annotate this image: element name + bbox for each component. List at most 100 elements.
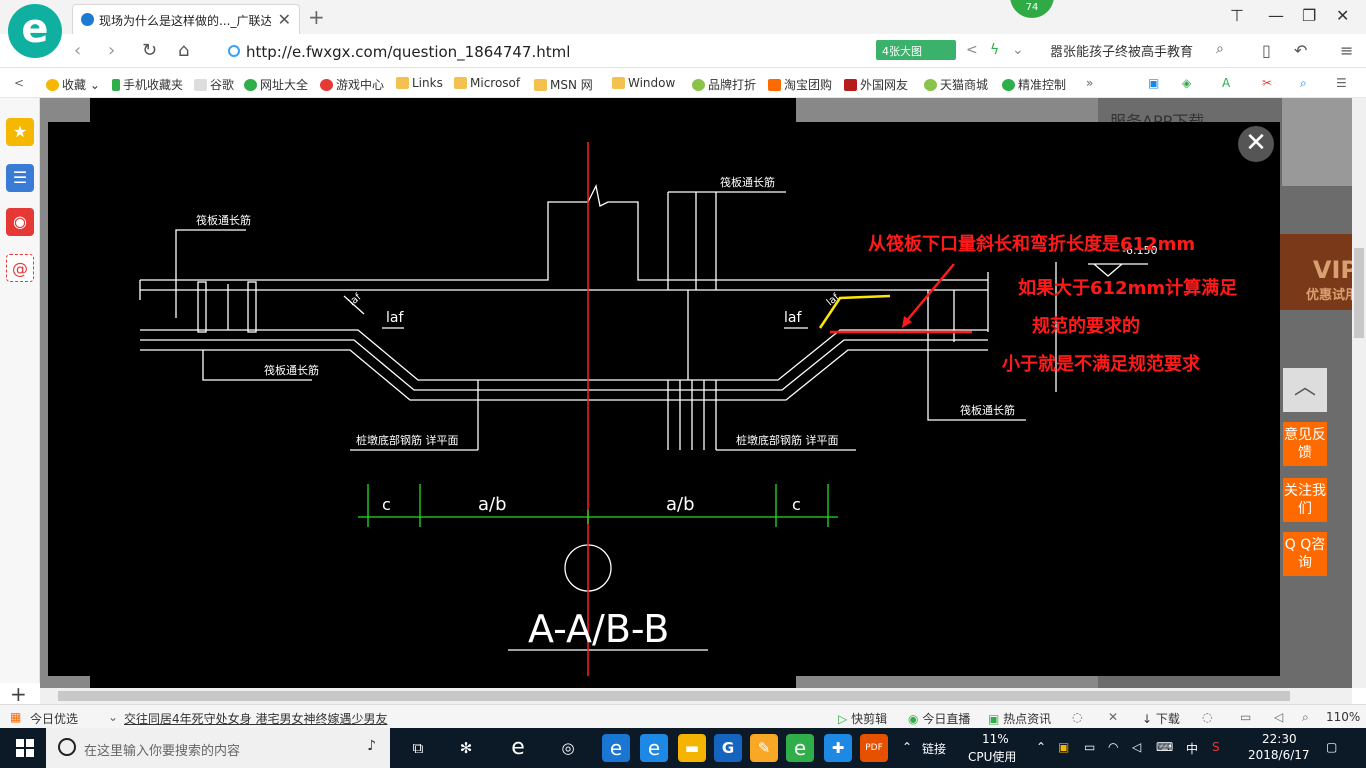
lightning-icon[interactable]: ϟ — [990, 42, 999, 58]
hot-news-link[interactable]: ▣ 热点资讯 — [988, 710, 1051, 727]
dropdown-icon[interactable]: ⌄ — [1012, 42, 1024, 58]
new-tab-button[interactable]: + — [308, 5, 325, 29]
chevron-up-icon[interactable]: ⌃ — [1036, 740, 1046, 754]
download-link[interactable]: ↓ 下载 — [1142, 710, 1180, 727]
magnifier-icon[interactable]: ⌕ — [1300, 76, 1307, 91]
star-icon[interactable]: ★ — [6, 118, 34, 146]
clock-date[interactable]: 2018/6/17 — [1248, 748, 1310, 762]
fan-app-icon[interactable]: ✻ — [452, 734, 480, 762]
sogou-icon[interactable]: S — [1212, 740, 1220, 754]
home-button[interactable]: ⌂ — [178, 40, 189, 61]
bookmark-item[interactable]: 天猫商城 — [924, 76, 988, 93]
list-icon[interactable]: ☰ — [6, 164, 34, 192]
bookmark-item[interactable]: Microsof — [454, 76, 520, 90]
bookmark-item[interactable]: MSN 网 — [534, 76, 593, 93]
phone-icon[interactable]: ▯ — [1262, 41, 1271, 60]
plus-app-icon[interactable]: ✚ — [824, 734, 852, 762]
feedback-button[interactable]: 意见反馈 — [1283, 422, 1327, 466]
quick-edit-link[interactable]: ▷ 快剪辑 — [838, 710, 887, 727]
edge-e-icon[interactable]: e — [504, 734, 532, 762]
bookmark-item[interactable]: Window — [612, 76, 675, 90]
mail-icon[interactable]: @ — [6, 254, 34, 282]
zoom-icon[interactable]: ⌕ — [1302, 710, 1309, 725]
bookmark-item[interactable]: Links — [396, 76, 443, 90]
today-picks-link[interactable]: 今日优选 — [30, 710, 78, 727]
ime-indicator[interactable]: 中 — [1186, 740, 1198, 757]
bookmark-item[interactable]: 收藏 ⌄ — [46, 76, 100, 93]
bookmarks-more-button[interactable]: » — [1086, 76, 1093, 90]
keyboard-icon[interactable]: ⌨ — [1156, 740, 1173, 754]
expand-icon[interactable]: ⌄ — [108, 710, 118, 724]
windows-start-icon[interactable] — [16, 739, 34, 757]
window-icon[interactable]: ▭ — [1240, 710, 1251, 724]
bookmark-item[interactable]: 手机收藏夹 — [112, 76, 183, 93]
browser-logo-icon[interactable]: e — [8, 4, 62, 58]
horizontal-scrollbar[interactable] — [40, 688, 1352, 704]
menu-icon[interactable]: ≡ — [1340, 41, 1353, 60]
weibo-icon[interactable]: ◉ — [6, 208, 34, 236]
weather-badge[interactable]: 74 — [1010, 0, 1054, 18]
bookmark-item[interactable]: 网址大全 — [244, 76, 308, 93]
search-field[interactable]: 嚣张能孩子终被高手教育 — [1050, 41, 1236, 60]
vertical-scrollbar[interactable] — [1352, 98, 1366, 688]
scroll-thumb[interactable] — [58, 691, 1290, 701]
share-icon[interactable]: < — [966, 42, 978, 58]
back-button[interactable]: ‹ — [74, 40, 81, 61]
edge-icon[interactable]: e — [602, 734, 630, 762]
qq-consult-button[interactable]: Q Q咨询 — [1283, 532, 1327, 576]
scroll-thumb[interactable] — [1354, 248, 1364, 338]
task-view-icon[interactable]: ⧉ — [404, 734, 432, 762]
pdf-icon[interactable]: PDF — [860, 734, 888, 762]
tab-close-icon[interactable]: ✕ — [278, 10, 291, 29]
bookmark-item[interactable]: 淘宝团购 — [768, 76, 832, 93]
follow-button[interactable]: 关注我们 — [1283, 478, 1327, 522]
bookmark-item[interactable]: 精准控制 — [1002, 76, 1066, 93]
more-menu-icon[interactable]: ☰ — [1336, 76, 1347, 90]
scroll-top-button[interactable]: ︿ — [1283, 368, 1327, 412]
volume-icon[interactable]: ◁ — [1132, 740, 1141, 754]
undo-icon[interactable]: ↶ — [1294, 41, 1307, 60]
reload-button[interactable]: ↻ — [142, 40, 157, 61]
link-label[interactable]: 链接 — [922, 740, 946, 757]
forward-button[interactable]: › — [108, 40, 115, 61]
tools-icon[interactable]: ✕ — [1108, 710, 1118, 724]
big-pic-button[interactable]: 4张大图 — [876, 40, 956, 60]
tray-app-icon[interactable]: ▣ — [1058, 740, 1069, 754]
volume-icon[interactable]: ◁ — [1274, 710, 1283, 724]
bookmark-item[interactable]: 谷歌 — [194, 76, 234, 93]
news-link[interactable]: 交往同居4年死守处女身 港宅男女神终嫁遇少男友 — [124, 710, 387, 727]
search-icon[interactable]: ⌕ — [1216, 41, 1224, 57]
browser-e-icon[interactable]: e — [786, 734, 814, 762]
glodon-icon[interactable]: G — [714, 734, 742, 762]
shield-icon[interactable]: ◈ — [1182, 76, 1191, 90]
minimize-button[interactable]: — — [1268, 6, 1284, 25]
pin-icon[interactable]: ⊤ — [1230, 6, 1244, 25]
notes-icon[interactable]: ✎ — [750, 734, 778, 762]
scissors-icon[interactable]: ✂ — [1262, 76, 1272, 90]
bookmarks-collapse-button[interactable]: < — [14, 76, 24, 90]
sidebar-add-button[interactable]: + — [10, 682, 27, 706]
translate-icon[interactable]: A — [1222, 76, 1230, 90]
speed-icon[interactable]: ◌ — [1072, 710, 1082, 724]
live-link[interactable]: ◉ 今日直播 — [908, 710, 970, 727]
wifi-icon[interactable]: ◠ — [1108, 740, 1118, 754]
spiral-app-icon[interactable]: ◎ — [554, 734, 582, 762]
bookmark-item[interactable]: 游戏中心 — [320, 76, 384, 93]
notification-icon[interactable]: ▢ — [1326, 740, 1337, 754]
folder-icon[interactable]: ▬ — [678, 734, 706, 762]
restore-button[interactable]: ❐ — [1302, 6, 1316, 25]
clean-icon[interactable]: ◌ — [1202, 710, 1212, 724]
ext-icon[interactable]: ▣ — [1148, 76, 1159, 90]
bookmark-item[interactable]: 品牌打折 — [692, 76, 756, 93]
close-window-button[interactable]: ✕ — [1336, 6, 1349, 25]
zoom-level[interactable]: 110% — [1326, 710, 1360, 724]
ie-icon[interactable]: e — [640, 734, 668, 762]
tab-active[interactable]: 现场为什么是这样做的..._广联达服务新干线 ✕ — [72, 4, 300, 34]
clock-time[interactable]: 22:30 — [1262, 732, 1297, 746]
viewer-close-button[interactable]: ✕ — [1238, 126, 1274, 162]
bookmark-item[interactable]: 外国网友 — [844, 76, 908, 93]
tray-expand-icon[interactable]: ⌃ — [902, 740, 912, 754]
mic-icon[interactable]: ♪ — [367, 738, 376, 754]
taskbar-search-field[interactable]: 在这里输入你要搜索的内容 ♪ — [46, 728, 390, 768]
battery-icon[interactable]: ▭ — [1084, 740, 1095, 754]
